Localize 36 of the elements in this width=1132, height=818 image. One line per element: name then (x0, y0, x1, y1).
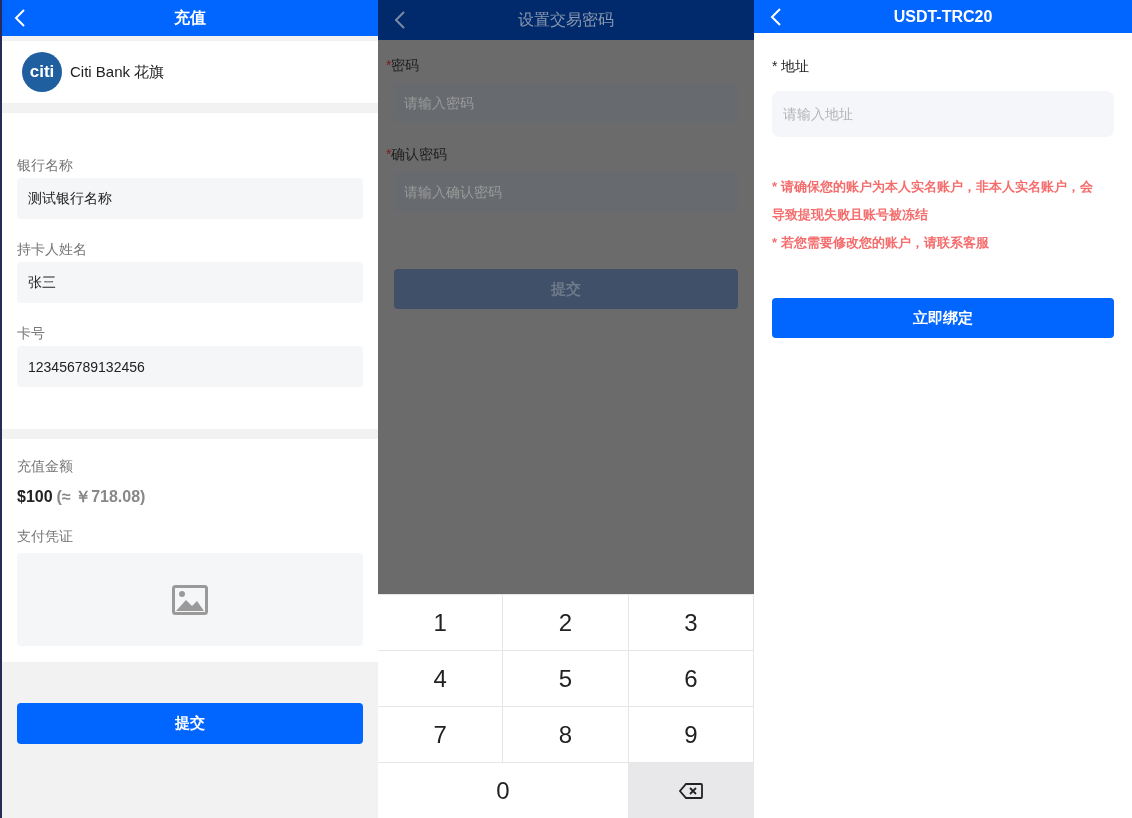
backspace-icon (679, 782, 704, 799)
field-label: * 地址 (772, 57, 811, 76)
back-icon[interactable] (394, 10, 406, 30)
input-field[interactable]: 123456789132456 (17, 346, 363, 387)
image-icon (172, 584, 208, 615)
page-title: USDT-TRC20 (893, 6, 993, 27)
bank-name: Citi Bank 花旗 (70, 61, 165, 82)
keypad-key[interactable]: 5 (503, 651, 629, 707)
field-label: 银行名称 (17, 156, 74, 175)
input-field[interactable]: 张三 (17, 262, 363, 303)
bind-button[interactable]: 立即绑定 (772, 298, 1114, 338)
keypad-key[interactable]: 1 (378, 595, 504, 651)
warning-note: * 若您需要修改您的账户，请联系客服 (772, 234, 990, 252)
page-title: 充值 (174, 8, 206, 28)
field-label: 充值金额 (17, 457, 74, 476)
delete-key[interactable] (628, 763, 754, 818)
amount-value: $100 (17, 487, 53, 507)
field-label: *密码 (386, 56, 421, 75)
bank-logo: citi (22, 52, 62, 92)
keypad-key[interactable]: 8 (503, 707, 629, 763)
field-label: *确认密码 (386, 145, 449, 164)
keypad-key[interactable]: 3 (628, 595, 754, 651)
submit-button[interactable]: 提交 (17, 703, 363, 744)
keypad-key[interactable]: 2 (503, 595, 629, 651)
field-label: 卡号 (17, 324, 46, 343)
keypad-key[interactable]: 7 (378, 707, 504, 763)
keypad-key[interactable]: 6 (628, 651, 754, 707)
keypad-key[interactable]: 4 (378, 651, 504, 707)
converted-amount: (≈ ￥718.08) (56, 487, 146, 507)
keypad-key[interactable]: 9 (628, 707, 754, 763)
field-label: 支付凭证 (17, 527, 74, 546)
warning-note: * 请确保您的账户为本人实名账户，非本人实名账户，会导致提现失败且账号被冻结 (772, 178, 1094, 224)
input-field[interactable]: 请输入地址 (772, 91, 1114, 137)
input-field[interactable]: 测试银行名称 (17, 178, 363, 219)
field-label: 持卡人姓名 (17, 240, 88, 259)
page-title: 设置交易密码 (518, 10, 614, 30)
